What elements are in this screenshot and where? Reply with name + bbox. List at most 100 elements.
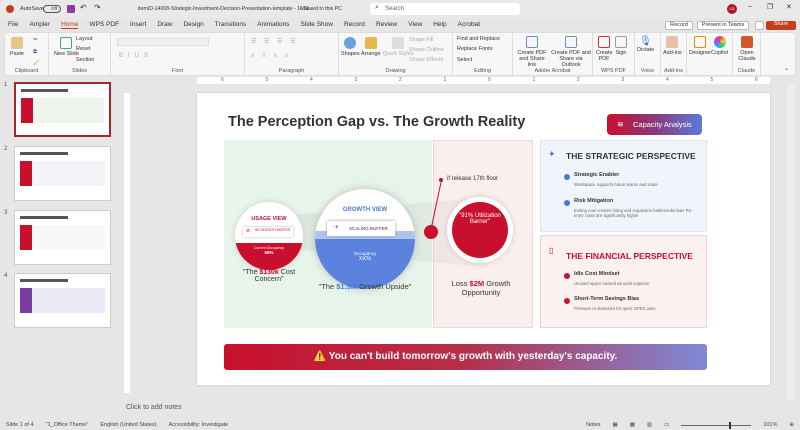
slide-thumbnail-2[interactable]: [14, 146, 111, 201]
tab-record[interactable]: Record: [344, 21, 365, 28]
caption-highlight: $130k: [259, 269, 279, 276]
vertical-scrollbar[interactable]: [787, 84, 795, 400]
slide-thumbnails-pane: 1 2 3 4: [0, 78, 118, 418]
tab-ampler[interactable]: Ampler: [29, 21, 50, 28]
save-icon[interactable]: [67, 5, 75, 13]
tab-wps-pdf[interactable]: WPS PDF: [89, 21, 119, 28]
tab-draw[interactable]: Draw: [157, 21, 172, 28]
tab-transitions[interactable]: Transitions: [215, 21, 247, 28]
font-name-select[interactable]: [117, 38, 209, 46]
tab-file[interactable]: File: [8, 21, 18, 28]
shape-outline-button[interactable]: Shape Outline: [409, 47, 444, 53]
open-claude-label: Open Claude: [738, 50, 756, 62]
avatar[interactable]: LS: [727, 4, 737, 14]
undo-icon[interactable]: ↶: [80, 3, 87, 12]
vertical-ruler[interactable]: [124, 93, 130, 393]
slide-title[interactable]: The Perception Gap vs. The Growth Realit…: [228, 114, 525, 130]
minimize-icon[interactable]: –: [748, 3, 752, 10]
tab-animations[interactable]: Animations: [257, 21, 289, 28]
restore-icon[interactable]: ❐: [767, 3, 773, 11]
strategic-item: Strategic Enabler Workspace supports futu…: [574, 172, 658, 187]
share-button[interactable]: Share: [766, 21, 796, 30]
section-button[interactable]: Section: [76, 57, 94, 63]
file-name: itemID-14008-Strategic-Investment-Decisi…: [138, 6, 313, 12]
search-input[interactable]: ⌕ Search: [370, 3, 520, 15]
check-icon: [564, 174, 570, 180]
capacity-analysis-badge[interactable]: ≋ Capacity Analysis: [607, 114, 702, 135]
reset-button[interactable]: Reset: [76, 46, 90, 52]
find-replace-button[interactable]: Find and Replace: [457, 36, 500, 42]
tab-review[interactable]: Review: [376, 21, 397, 28]
paste-button[interactable]: Paste: [10, 37, 24, 57]
ruler-tick: 3: [354, 77, 358, 83]
tab-design[interactable]: Design: [183, 21, 203, 28]
present-in-teams-button[interactable]: Present in Teams: [697, 21, 749, 30]
ruler-tick: 1: [532, 77, 536, 83]
language[interactable]: English (United States): [100, 422, 156, 428]
slideshow-icon[interactable]: ▭: [664, 422, 669, 428]
wps-pdf-icon: [598, 36, 610, 48]
select-button[interactable]: Select: [457, 57, 472, 63]
close-icon[interactable]: ✕: [786, 3, 792, 11]
zoom-level[interactable]: 101%: [763, 422, 777, 428]
shapes-button[interactable]: Shapes: [341, 37, 360, 57]
tab-view[interactable]: View: [408, 21, 422, 28]
shape-effects-button[interactable]: Shape Effects: [409, 57, 443, 63]
slides-label: Slides: [72, 68, 87, 74]
accessibility-status[interactable]: Accessibility: Investigate: [169, 422, 229, 428]
badge-label: Capacity Analysis: [633, 120, 692, 129]
open-claude-button[interactable]: Open Claude: [736, 36, 758, 62]
redo-icon[interactable]: ↷: [94, 3, 101, 12]
autosave-toggle[interactable]: Off: [43, 5, 61, 13]
collapse-ribbon-icon[interactable]: ⌄: [784, 65, 789, 72]
wps-create-pdf-button[interactable]: Create PDF: [596, 36, 613, 62]
growth-view-title: GROWTH VIEW: [342, 207, 388, 213]
replace-fonts-button[interactable]: Replace Fonts: [457, 46, 492, 52]
usage-caption: "The $130k Cost Concern": [233, 269, 305, 283]
cut-icon[interactable]: ✂: [33, 37, 38, 43]
comments-icon[interactable]: [755, 21, 764, 30]
tab-acrobat[interactable]: Acrobat: [458, 21, 480, 28]
zoom-slider[interactable]: [681, 421, 752, 429]
copy-icon[interactable]: ⧉: [33, 49, 37, 56]
tab-home[interactable]: Home: [61, 21, 79, 29]
normal-view-icon[interactable]: ▦: [613, 422, 618, 428]
copilot-button[interactable]: Copilot: [711, 36, 728, 56]
slide-thumbnail-3[interactable]: [14, 210, 111, 265]
slide-thumbnail-1[interactable]: [14, 82, 111, 137]
layout-button[interactable]: Layout: [76, 36, 93, 42]
slide-number: 1: [4, 82, 8, 88]
financial-perspective-card: ▯ THE FINANCIAL PERSPECTIVE Idle Cost Mi…: [540, 235, 707, 328]
dictate-button[interactable]: 🎙 Dictate: [637, 36, 654, 53]
tab-help[interactable]: Help: [433, 21, 446, 28]
zoom-slider-thumb[interactable]: [729, 421, 732, 429]
sign-button[interactable]: Sign: [615, 36, 627, 56]
save-status[interactable]: • Saved to this PC: [300, 6, 342, 12]
item-title: Idle Cost Mindset: [574, 271, 620, 277]
slide-sorter-icon[interactable]: ▩: [630, 422, 635, 428]
reading-view-icon[interactable]: ▥: [647, 422, 652, 428]
record-button[interactable]: Record: [665, 21, 693, 30]
notes-area[interactable]: Click to add notes: [126, 404, 182, 411]
create-pdf-share-link-button[interactable]: Create PDF and Share link: [515, 36, 549, 68]
addins-group: Add-ins Add-ins: [661, 33, 687, 76]
slide-thumbnail-4[interactable]: [14, 273, 111, 328]
addins-button[interactable]: Add-ins: [663, 36, 682, 56]
shape-fill-button[interactable]: Shape Fill: [409, 37, 433, 43]
tab-slide-show[interactable]: Slide Show: [300, 21, 333, 28]
align-buttons[interactable]: ≡ ≡ ≡ ≡: [251, 53, 291, 59]
notes-button[interactable]: Notes: [586, 422, 600, 428]
format-painter-icon[interactable]: 🖌: [33, 60, 40, 66]
tab-insert[interactable]: Insert: [130, 21, 146, 28]
item-desc: Exiting now creates hiring and expansion…: [574, 208, 693, 218]
designer-button[interactable]: Designer: [689, 36, 711, 56]
slide-canvas[interactable]: The Perception Gap vs. The Growth Realit…: [197, 93, 770, 385]
create-pdf-outlook-button[interactable]: Create PDF and Share via Outlook: [551, 36, 591, 68]
arrange-button[interactable]: Arrange: [361, 37, 381, 57]
claude-icon: [741, 36, 753, 48]
sign-icon: [615, 36, 627, 48]
list-buttons[interactable]: ☰ ☰ ☰ ☰: [251, 38, 299, 45]
horizontal-ruler[interactable]: 6 5 4 3 2 1 0 1 2 3 4 5 6: [197, 77, 770, 84]
fit-slide-icon[interactable]: ⊕: [789, 422, 794, 428]
font-format-buttons[interactable]: BIUS: [119, 53, 153, 59]
